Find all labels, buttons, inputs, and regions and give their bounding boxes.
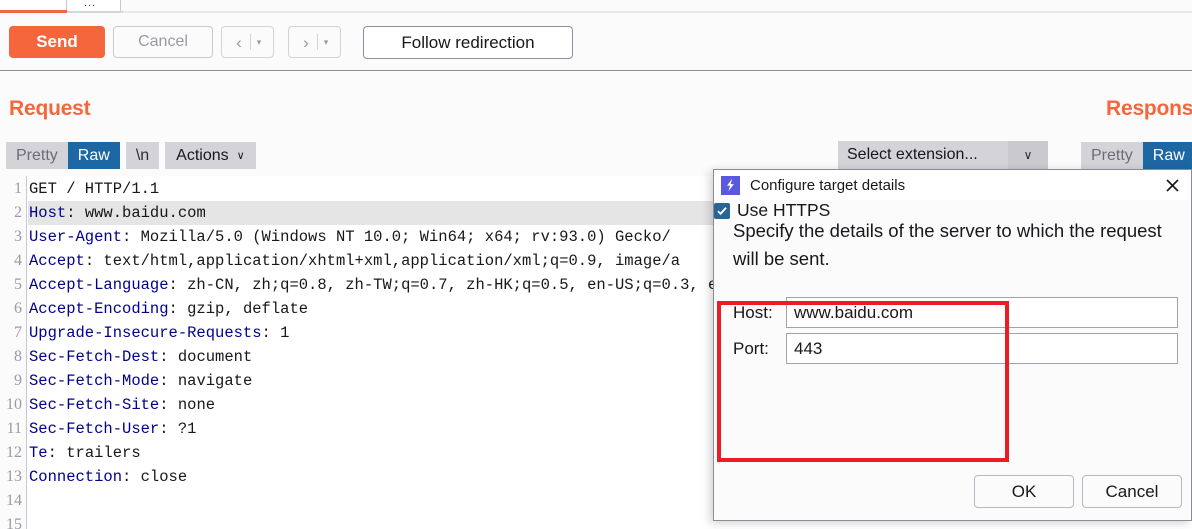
tab-response-raw[interactable]: Raw — [1142, 142, 1192, 169]
header-value: : text/html,application/xhtml+xml,applic… — [84, 252, 681, 270]
line-number: 6 — [14, 300, 22, 317]
host-input[interactable]: www.baidu.com — [786, 297, 1178, 328]
header-value: : zh-CN, zh;q=0.8, zh-TW;q=0.7, zh-HK;q=… — [168, 276, 718, 294]
header-value: : navigate — [159, 372, 253, 390]
dialog-title-bar[interactable]: Configure target details — [714, 170, 1191, 200]
response-panel-title: Response — [1106, 97, 1192, 120]
line-number: 9 — [14, 372, 22, 389]
code-line[interactable]: GET / HTTP/1.1 — [29, 180, 159, 198]
line-number: 3 — [14, 228, 22, 245]
tab-request-raw[interactable]: Raw — [67, 142, 120, 169]
tab-overflow-label: ... — [84, 0, 97, 9]
dialog-description: Specify the details of the server to whi… — [733, 220, 1162, 269]
checkbox-checked-icon[interactable] — [714, 202, 730, 219]
header-value: : trailers — [47, 444, 141, 462]
header-name: User-Agent — [29, 228, 123, 246]
chevron-left-icon: ‹ — [236, 32, 242, 52]
header-name: Te — [29, 444, 48, 462]
port-field-row: Port: 443 — [733, 333, 1178, 364]
header-name: Accept-Language — [29, 276, 169, 294]
host-label: Host: — [733, 302, 773, 322]
go-forward-button[interactable]: › ▾ — [288, 26, 341, 58]
tab-strip: ... — [0, 0, 1192, 14]
dialog-title: Configure target details — [750, 176, 906, 194]
chevron-down-icon[interactable]: ∨ — [1008, 141, 1048, 169]
toggle-newline-button[interactable]: \n — [125, 142, 160, 169]
header-name: Connection — [29, 468, 123, 486]
code-line[interactable]: Sec-Fetch-Site: none — [29, 396, 215, 414]
code-line[interactable]: User-Agent: Mozilla/5.0 (Windows NT 10.0… — [29, 228, 671, 246]
host-field-row: Host: www.baidu.com — [733, 297, 1178, 328]
header-name: Accept — [29, 252, 85, 270]
line-number: 5 — [14, 276, 22, 293]
header-name: Sec-Fetch-Mode — [29, 372, 160, 390]
code-line[interactable]: Sec-Fetch-Dest: document — [29, 348, 252, 366]
send-button[interactable]: Send — [9, 26, 105, 58]
code-line[interactable]: Upgrade-Insecure-Requests: 1 — [29, 324, 289, 342]
actions-menu-button[interactable]: Actions ∨ — [165, 142, 256, 169]
line-number: 7 — [14, 324, 22, 341]
header-value: : ?1 — [159, 420, 197, 438]
header-name: Accept-Encoding — [29, 300, 169, 318]
code-line[interactable]: Te: trailers — [29, 444, 141, 462]
header-name: Sec-Fetch-User — [29, 420, 160, 438]
chevron-down-icon: ∨ — [236, 150, 245, 162]
line-number-gutter: 1 2 3 4 5 6 7 8 9 10 11 12 13 14 15 — [0, 176, 27, 529]
header-name: Host — [29, 204, 67, 222]
burp-repeater-window: ... Send Cancel ‹ ▾ › ▾ Follow redirecti… — [0, 0, 1192, 529]
code-line[interactable]: Host: www.baidu.com — [29, 204, 206, 222]
line-number: 12 — [6, 444, 22, 461]
chevron-right-icon: › — [303, 32, 309, 52]
port-label: Port: — [733, 338, 769, 358]
actions-label: Actions — [176, 146, 229, 164]
code-line[interactable]: Sec-Fetch-Mode: navigate — [29, 372, 252, 390]
tab-response-pretty[interactable]: Pretty — [1081, 142, 1143, 169]
header-name: Sec-Fetch-Dest — [29, 348, 160, 366]
dialog-body: Specify the details of the server to whi… — [714, 200, 1191, 520]
request-toolbar: Send Cancel ‹ ▾ › ▾ Follow redirection — [0, 13, 1192, 71]
code-line[interactable]: Sec-Fetch-User: ?1 — [29, 420, 196, 438]
burp-bolt-icon — [721, 175, 740, 195]
configure-target-details-dialog: Configure target details Specify the det… — [713, 169, 1192, 521]
go-back-button[interactable]: ‹ ▾ — [221, 26, 274, 58]
header-value: : Mozilla/5.0 (Windows NT 10.0; Win64; x… — [122, 228, 671, 246]
line-number: 10 — [6, 396, 22, 413]
chevron-down-icon[interactable]: ▾ — [251, 37, 267, 48]
header-value: : www.baidu.com — [66, 204, 206, 222]
line-number: 11 — [6, 420, 22, 437]
code-line[interactable]: Accept-Encoding: gzip, deflate — [29, 300, 308, 318]
header-value: : 1 — [261, 324, 290, 342]
dialog-cancel-button[interactable]: Cancel — [1082, 475, 1182, 508]
line-number: 15 — [6, 516, 22, 529]
chevron-down-icon[interactable]: ▾ — [318, 37, 334, 48]
code-line[interactable]: Accept: text/html,application/xhtml+xml,… — [29, 252, 680, 270]
port-input[interactable]: 443 — [786, 333, 1178, 364]
line-number: 13 — [6, 468, 22, 485]
header-value: : gzip, deflate — [168, 300, 309, 318]
code-line[interactable]: Accept-Language: zh-CN, zh;q=0.8, zh-TW;… — [29, 276, 717, 294]
request-panel-title: Request — [9, 97, 91, 120]
extension-selector[interactable]: Select extension... ∨ — [838, 141, 1048, 169]
line-number: 4 — [14, 252, 22, 269]
line-number: 2 — [14, 204, 22, 221]
ok-button[interactable]: OK — [974, 475, 1074, 508]
header-name: Sec-Fetch-Site — [29, 396, 160, 414]
line-number: 14 — [6, 492, 22, 509]
header-value: : none — [159, 396, 216, 414]
header-value: : close — [122, 468, 188, 486]
close-icon[interactable] — [1161, 175, 1183, 195]
response-view-tabs: Pretty Raw — [1081, 142, 1192, 169]
header-name: Upgrade-Insecure-Requests — [29, 324, 262, 342]
code-line[interactable]: Connection: close — [29, 468, 187, 486]
line-number: 8 — [14, 348, 22, 365]
cancel-button[interactable]: Cancel — [113, 26, 213, 58]
tab-request-pretty[interactable]: Pretty — [6, 142, 68, 169]
line-number: 1 — [14, 180, 22, 197]
header-value: : document — [159, 348, 253, 366]
follow-redirection-button[interactable]: Follow redirection — [363, 26, 573, 59]
extension-selector-label: Select extension... — [847, 146, 978, 163]
request-view-tabs: Pretty Raw \n Actions ∨ — [6, 142, 256, 169]
